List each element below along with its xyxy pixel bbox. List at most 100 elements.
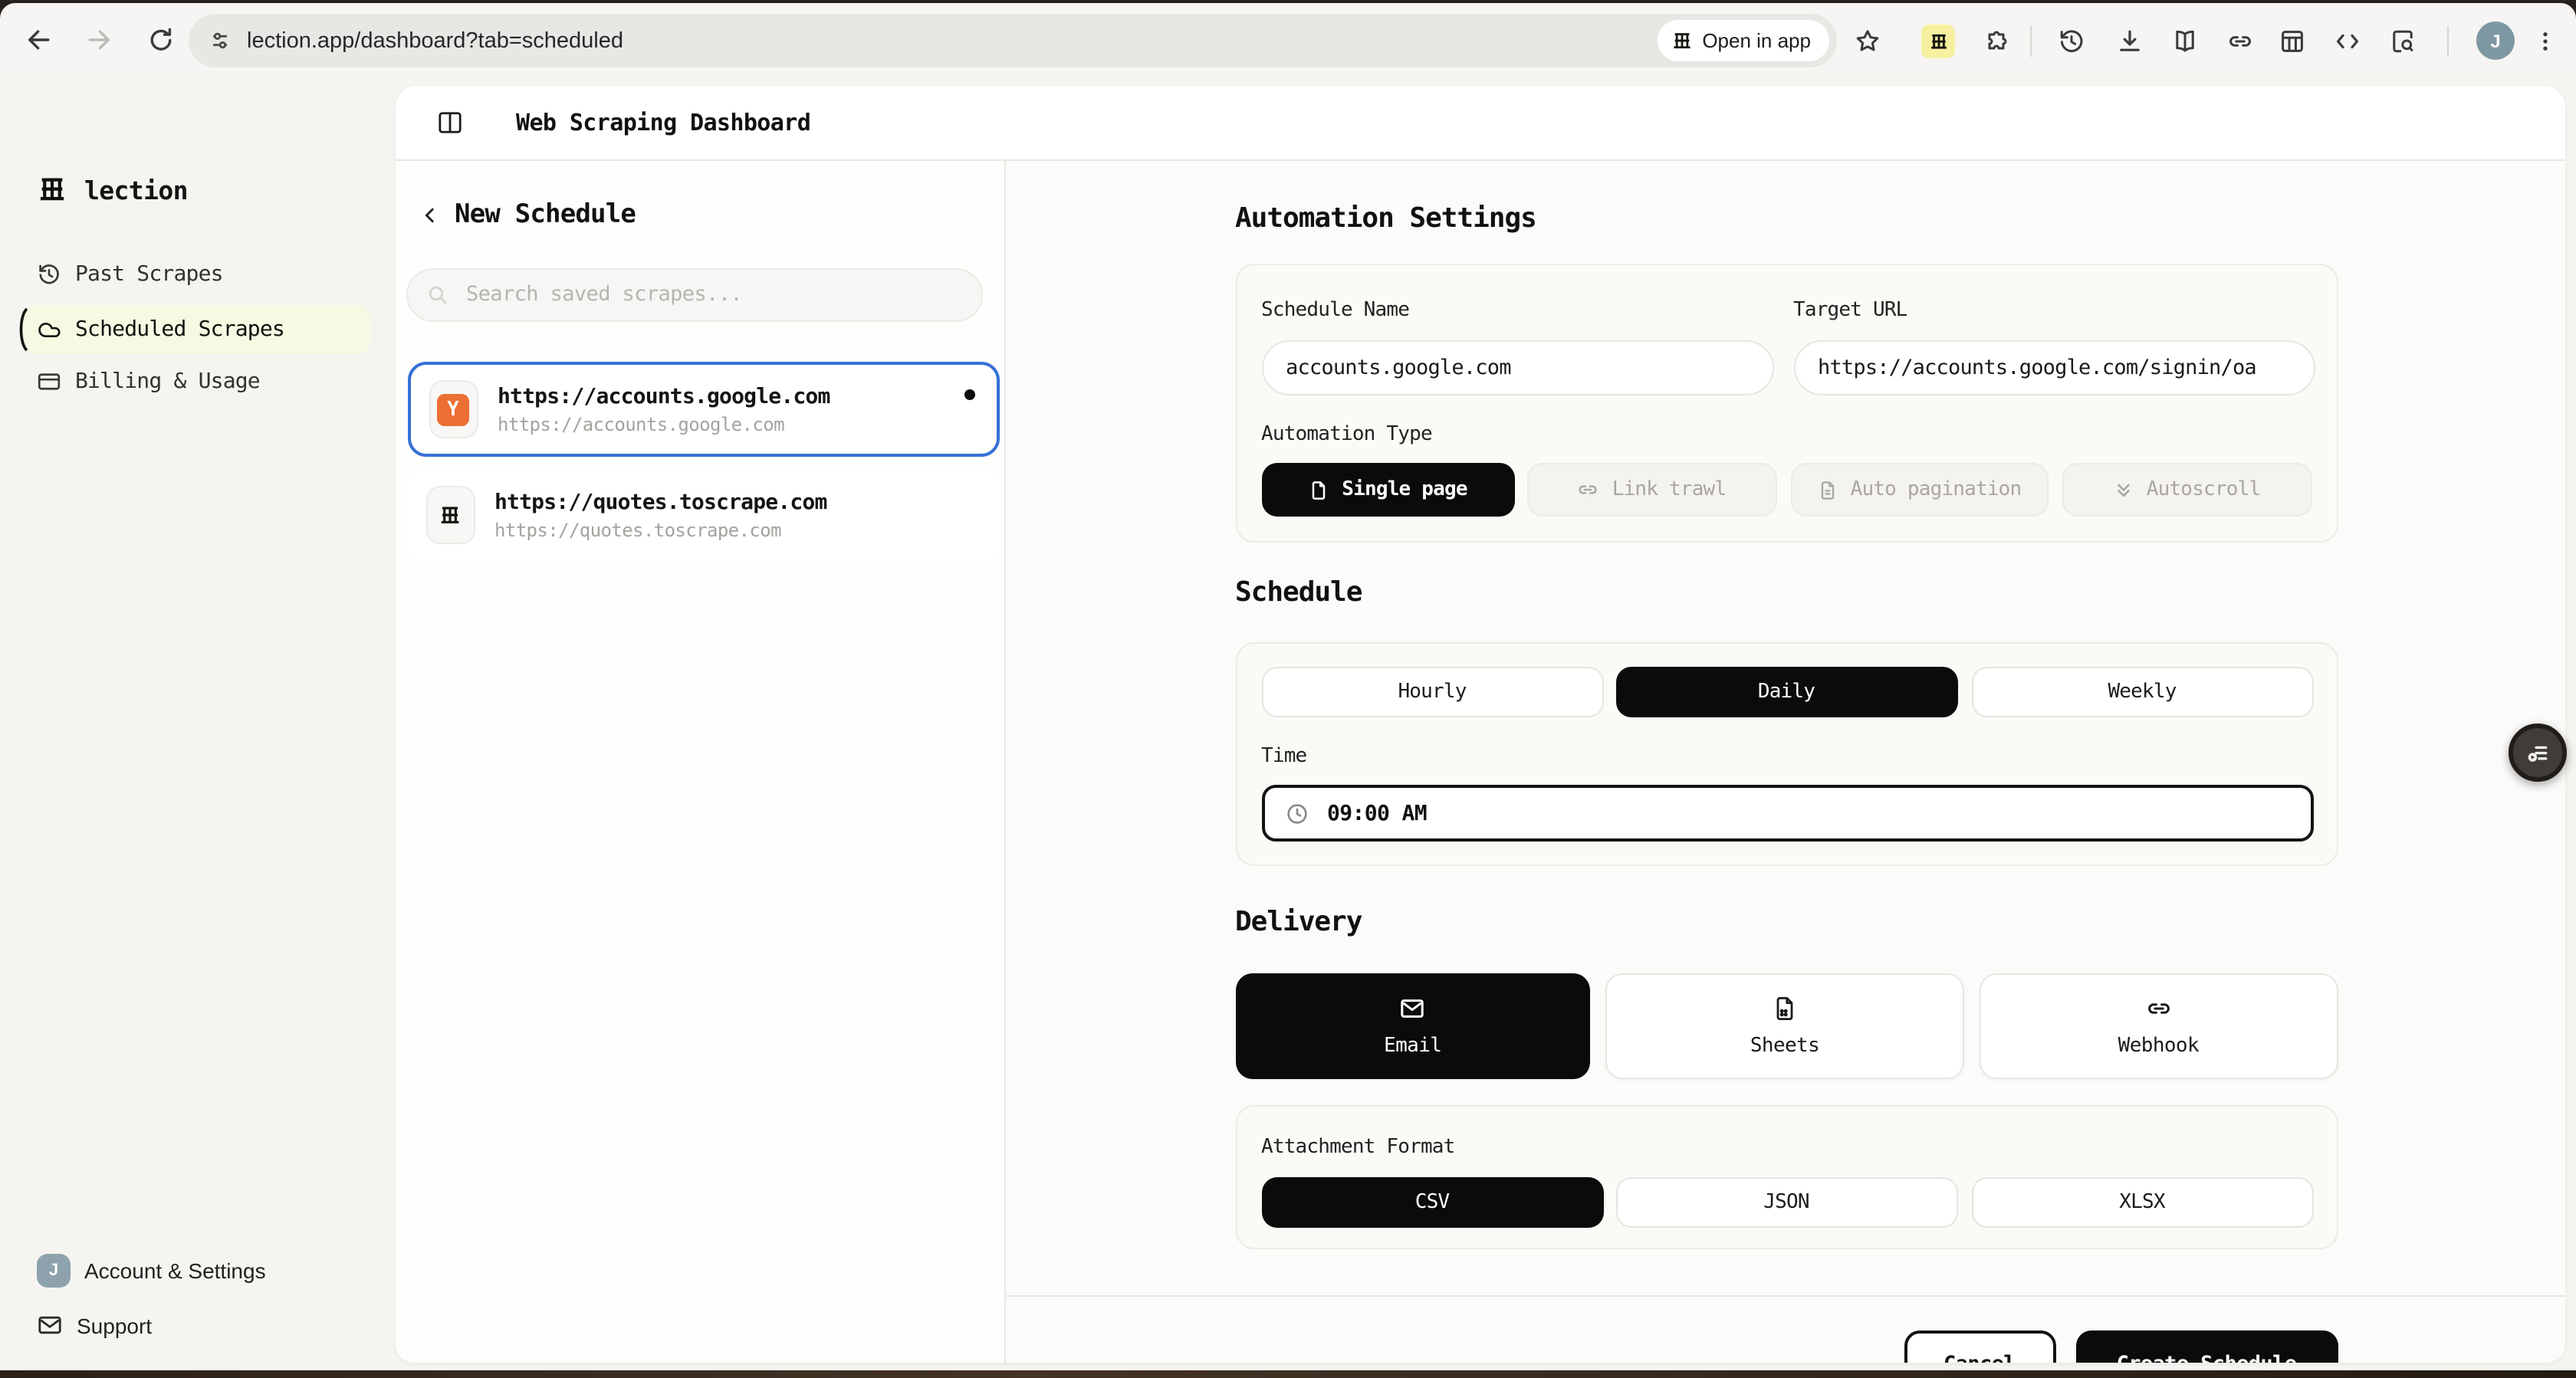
page-search-button[interactable] xyxy=(2381,20,2424,63)
app-window: lection Past Scrapes Scheduled Scrapes B… xyxy=(0,77,2576,1370)
copy-link-button[interactable] xyxy=(2219,20,2262,63)
format-xlsx[interactable]: XLSX xyxy=(1971,1177,2313,1228)
time-input[interactable]: 09:00 AM xyxy=(1261,785,2313,842)
automation-type-single-page[interactable]: Single page xyxy=(1261,463,1514,517)
book-icon xyxy=(2171,28,2199,55)
reload-button[interactable] xyxy=(135,14,187,66)
list-play-icon xyxy=(2523,738,2552,767)
browser-profile-avatar[interactable]: J xyxy=(2476,21,2515,60)
automation-type-autoscroll[interactable]: Autoscroll xyxy=(2062,463,2312,517)
mail-icon xyxy=(1399,995,1427,1022)
frequency-label-text: Hourly xyxy=(1398,681,1466,704)
brand-name: lection xyxy=(84,176,188,205)
scrape-url: https://quotes.toscrape.com xyxy=(495,519,978,540)
file-icon xyxy=(1308,479,1329,500)
open-in-app-button[interactable]: Open in app xyxy=(1658,20,1829,61)
page-title: Web Scraping Dashboard xyxy=(516,109,810,136)
url-text: lection.app/dashboard?tab=scheduled xyxy=(247,28,1658,53)
time-value: 09:00 AM xyxy=(1327,801,1427,825)
scrape-item-quotes-toscrape[interactable]: https://quotes.toscrape.com https://quot… xyxy=(408,468,1000,563)
automation-type-auto-pagination[interactable]: Auto pagination xyxy=(1790,463,2048,517)
format-label-text: JSON xyxy=(1763,1191,1809,1214)
sidebar-item-label: Past Scrapes xyxy=(75,262,223,287)
cancel-button[interactable]: Cancel xyxy=(1904,1330,2055,1363)
form-actions: Cancel Create Schedule xyxy=(1904,1330,2338,1363)
saved-scrapes-panel: New Schedule Y https://accounts.google.c… xyxy=(395,161,1006,1363)
screen: lection.app/dashboard?tab=scheduled Open… xyxy=(0,0,2576,1378)
open-in-app-label: Open in app xyxy=(1702,29,1811,52)
create-schedule-button[interactable]: Create Schedule xyxy=(2075,1330,2338,1363)
delivery-methods: Email Sheets Webhook xyxy=(1235,973,2338,1078)
downloads-button[interactable] xyxy=(2108,20,2151,63)
sidebar-item-past-scrapes[interactable]: Past Scrapes xyxy=(21,250,371,299)
automation-type-link-trawl[interactable]: Link trawl xyxy=(1526,463,1776,517)
delivery-method-label: Sheets xyxy=(1750,1035,1819,1058)
site-settings-icon[interactable] xyxy=(207,28,233,54)
frequency-daily[interactable]: Daily xyxy=(1615,667,1957,717)
chevrons-down-icon xyxy=(2113,479,2134,500)
reading-list-fab[interactable] xyxy=(2509,723,2567,782)
file-text-icon xyxy=(1817,479,1838,500)
schedule-card: Hourly Daily Weekly Time 09:00 xyxy=(1235,642,2338,866)
frequency-label-text: Weekly xyxy=(2108,681,2176,704)
url-bar[interactable]: lection.app/dashboard?tab=scheduled Open… xyxy=(189,14,1837,67)
scrape-title: https://quotes.toscrape.com xyxy=(495,490,978,514)
delivery-method-label: Email xyxy=(1384,1035,1441,1058)
unread-dot-indicator xyxy=(964,389,975,400)
toggle-panel-button[interactable] xyxy=(432,104,468,141)
search-input[interactable] xyxy=(463,281,963,308)
history-icon xyxy=(2058,28,2085,55)
sidebar-item-support[interactable]: Support xyxy=(37,1312,152,1338)
delivery-method-email[interactable]: Email xyxy=(1235,973,1590,1078)
link-icon xyxy=(2226,28,2254,55)
schedule-name-input[interactable]: accounts.google.com xyxy=(1261,340,1773,395)
schedule-form-panel: Automation Settings Schedule Name accoun… xyxy=(1006,161,2565,1363)
devtools-extension-button[interactable] xyxy=(2326,20,2369,63)
section-heading-delivery: Delivery xyxy=(1235,906,1362,938)
frequency-label-text: Daily xyxy=(1758,681,1815,704)
frequency-weekly[interactable]: Weekly xyxy=(1971,667,2313,717)
lection-extension-button[interactable] xyxy=(1921,25,1955,58)
dashboard-card: Web Scraping Dashboard New Schedule xyxy=(395,86,2565,1363)
new-schedule-back[interactable]: New Schedule xyxy=(407,193,648,236)
scrape-item-accounts-google[interactable]: Y https://accounts.google.com https://ac… xyxy=(408,362,1000,457)
delivery-method-webhook[interactable]: Webhook xyxy=(1980,973,2338,1078)
sidebar-item-billing-usage[interactable]: Billing & Usage xyxy=(21,357,371,406)
format-json[interactable]: JSON xyxy=(1615,1177,1957,1228)
automation-type-label-text: Autoscroll xyxy=(2147,478,2261,501)
frequency-hourly[interactable]: Hourly xyxy=(1261,667,1603,717)
target-url-label: Target URL xyxy=(1793,299,1907,322)
reading-list-button[interactable] xyxy=(2164,20,2206,63)
attachment-format-card: Attachment Format CSV JSON XLSX xyxy=(1235,1105,2338,1249)
automation-type-label-text: Link trawl xyxy=(1612,478,1727,501)
favicon-tile xyxy=(426,486,475,544)
forward-button[interactable] xyxy=(74,14,126,66)
format-csv[interactable]: CSV xyxy=(1261,1177,1603,1228)
history-button[interactable] xyxy=(2050,20,2093,63)
delivery-method-sheets[interactable]: Sheets xyxy=(1605,973,1963,1078)
section-heading-automation: Automation Settings xyxy=(1235,202,1536,235)
sidebar-item-label: Billing & Usage xyxy=(75,369,260,394)
tables-extension-button[interactable] xyxy=(2271,20,2314,63)
lection-logo-icon xyxy=(439,504,462,527)
section-heading-schedule: Schedule xyxy=(1235,576,1362,609)
lection-logo-icon xyxy=(1671,30,1693,51)
bookmark-star-button[interactable] xyxy=(1846,20,1889,63)
account-settings-label: Account & Settings xyxy=(84,1258,266,1283)
desktop-wallpaper-strip xyxy=(0,1370,2576,1378)
back-button[interactable] xyxy=(12,14,64,66)
chevron-left-icon xyxy=(419,205,439,225)
toolbar-separator xyxy=(2030,26,2032,57)
target-url-input[interactable]: https://accounts.google.com/signin/oa xyxy=(1793,340,2315,395)
extensions-button[interactable] xyxy=(1975,20,2018,63)
sidebar-item-account-settings[interactable]: J Account & Settings xyxy=(37,1254,266,1288)
reload-icon xyxy=(147,26,175,54)
code-icon xyxy=(2334,28,2361,55)
browser-menu-button[interactable] xyxy=(2524,20,2567,63)
delivery-method-label: Webhook xyxy=(2118,1035,2199,1058)
footer-divider xyxy=(1006,1295,2565,1297)
sidebar-item-scheduled-scrapes[interactable]: Scheduled Scrapes xyxy=(21,305,371,354)
support-label: Support xyxy=(77,1313,152,1337)
automation-settings-card: Schedule Name accounts.google.com Target… xyxy=(1235,264,2338,543)
panel-title: New Schedule xyxy=(455,199,636,230)
